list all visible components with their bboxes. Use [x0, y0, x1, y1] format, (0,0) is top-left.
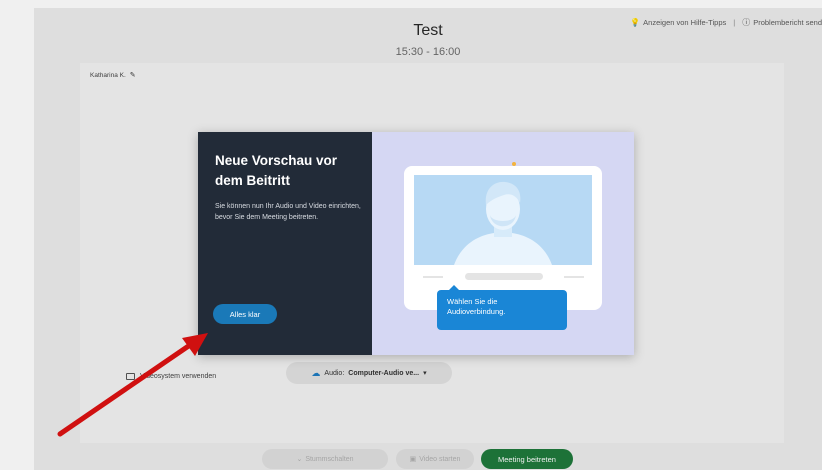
dialog-heading: Neue Vorschau vor dem Beitritt: [215, 153, 338, 188]
dialog-illustration-panel: Wählen Sie die Audioverbindung.: [372, 132, 634, 355]
monitor-line-right: [564, 276, 584, 278]
monitor-progress-bar: [465, 273, 543, 280]
monitor-illustration: [404, 166, 602, 310]
audio-tooltip: Wählen Sie die Audioverbindung.: [437, 285, 567, 330]
person-illustration: [454, 181, 552, 265]
preview-onboarding-dialog: Neue Vorschau vor dem Beitritt Sie könne…: [198, 132, 634, 355]
got-it-button[interactable]: Alles klar: [213, 304, 277, 324]
dialog-text-panel: Neue Vorschau vor dem Beitritt Sie könne…: [198, 132, 372, 355]
monitor-screen: [414, 175, 592, 265]
monitor-line-left: [423, 276, 443, 278]
dialog-body: Sie können nun Ihr Audio und Video einri…: [215, 203, 361, 221]
sparkle-icon: [512, 162, 516, 166]
screen: Test 15:30 - 16:00 💡 Anzeigen von Hilfe-…: [0, 0, 822, 470]
